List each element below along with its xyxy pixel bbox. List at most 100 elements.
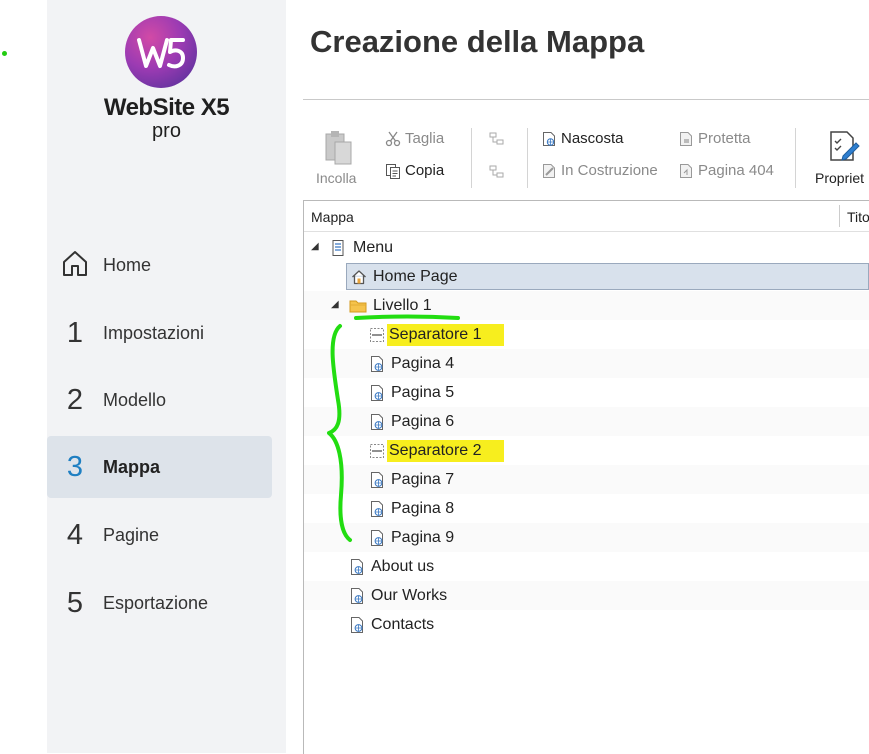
logo-icon: [125, 16, 197, 88]
tree-label: About us: [371, 557, 435, 575]
site-map-tree: Mappa Tito ◢ Menu Home Page ◢ Livello 1 …: [303, 200, 869, 754]
toolbar-separator: [471, 128, 472, 188]
page404-icon: [680, 163, 692, 178]
protected-page-icon: [680, 131, 692, 146]
tree-label: Contacts: [371, 615, 435, 633]
copy-button[interactable]: Copia: [385, 162, 444, 179]
paste-icon: [325, 131, 352, 165]
page-icon: [371, 529, 383, 546]
hidden-button[interactable]: Nascosta: [541, 130, 624, 147]
cut-button[interactable]: Taglia: [385, 130, 444, 147]
nav-item-mappa[interactable]: 3 Mappa: [47, 436, 272, 498]
hidden-label: Nascosta: [561, 130, 624, 147]
column-divider[interactable]: [839, 205, 840, 227]
tree-label: Pagina 9: [391, 528, 455, 546]
tree-row-pagina-4[interactable]: Pagina 4: [304, 349, 869, 378]
construction-icon: [543, 163, 555, 178]
logo-name: WebSite X5: [103, 94, 230, 121]
tree-label: Our Works: [371, 586, 448, 604]
page-title: Creazione della Mappa: [310, 24, 645, 59]
annotation-dot: [2, 51, 7, 56]
nav-label-mappa: Mappa: [103, 456, 161, 477]
page404-button[interactable]: Pagina 404: [678, 162, 774, 179]
folder-icon: [349, 300, 367, 312]
page-icon: [351, 558, 363, 575]
tree-label: Home Page: [373, 267, 458, 285]
tree-row-pagina-8[interactable]: Pagina 8: [304, 494, 869, 523]
nav-number: 1: [66, 316, 84, 349]
nav-label-home: Home: [103, 254, 152, 275]
menu-icon: [332, 239, 344, 256]
tree-row-menu[interactable]: ◢ Menu: [304, 233, 869, 262]
protected-label: Protetta: [698, 130, 751, 147]
tree-label: Pagina 7: [391, 470, 455, 488]
tree-label: Pagina 8: [391, 499, 455, 517]
sidebar: WebSite X5 pro Home 1 Impostazioni 2 Mod…: [47, 0, 286, 753]
nav-label-impostazioni: Impostazioni: [103, 322, 205, 343]
nav-item-modello[interactable]: 2 Modello: [47, 369, 272, 431]
scissors-icon: [385, 131, 401, 146]
page-icon: [371, 471, 383, 488]
column-header-title[interactable]: Tito: [847, 209, 869, 225]
protected-button[interactable]: Protetta: [678, 130, 751, 147]
properties-label: Propriet: [815, 170, 865, 186]
copy-icon: [386, 163, 400, 179]
nav-number: 5: [66, 586, 84, 619]
page-icon: [371, 355, 383, 372]
collapse-arrow-icon[interactable]: ◢: [311, 241, 319, 252]
properties-button[interactable]: Propriet: [811, 128, 869, 188]
tree-row-pagina-6[interactable]: Pagina 6: [304, 407, 869, 436]
nav-item-pagine[interactable]: 4 Pagine: [47, 504, 272, 566]
under-construction-label: In Costruzione: [561, 162, 658, 179]
tree-header: Mappa Tito: [304, 201, 869, 232]
tree-label: Separatore 2: [387, 439, 504, 462]
outdent-icon: [489, 165, 504, 178]
column-header-map[interactable]: Mappa: [311, 209, 354, 225]
tree-row-separatore-1[interactable]: Separatore 1: [304, 320, 869, 349]
separator-icon: [370, 443, 384, 458]
cut-label: Taglia: [405, 130, 445, 147]
nav-number: 4: [66, 518, 84, 551]
paste-label: Incolla: [316, 170, 357, 186]
tree-label: Separatore 1: [387, 323, 504, 346]
tree-label: Pagina 5: [391, 383, 455, 401]
tree-label: Menu: [353, 238, 394, 256]
tree-row-home-page[interactable]: Home Page: [304, 262, 869, 291]
nav-label-pagine: Pagine: [103, 524, 160, 545]
outdent-button[interactable]: [489, 164, 509, 180]
nav-item-esportazione[interactable]: 5 Esportazione: [47, 572, 272, 634]
page-icon: [351, 587, 363, 604]
page-icon: [371, 413, 383, 430]
house-icon: [352, 269, 366, 284]
page-icon: [351, 616, 363, 633]
nav-item-home[interactable]: Home: [47, 234, 272, 296]
tree-row-pagina-7[interactable]: Pagina 7: [304, 465, 869, 494]
nav-label-modello: Modello: [103, 389, 167, 410]
indent-icon: [489, 132, 504, 145]
tree-label: Pagina 4: [391, 354, 455, 372]
toolbar-separator: [795, 128, 796, 188]
under-construction-button[interactable]: In Costruzione: [541, 162, 658, 179]
page404-label: Pagina 404: [698, 162, 774, 179]
nav-item-impostazioni[interactable]: 1 Impostazioni: [47, 302, 272, 364]
hidden-page-icon: [543, 131, 555, 146]
nav-number: 3: [66, 450, 84, 483]
logo-sub: pro: [152, 120, 181, 142]
tree-row-pagina-9[interactable]: Pagina 9: [304, 523, 869, 552]
tree-row-contacts[interactable]: Contacts: [304, 610, 869, 639]
indent-button[interactable]: [489, 131, 509, 147]
properties-icon: [830, 131, 860, 161]
tree-row-pagina-5[interactable]: Pagina 5: [304, 378, 869, 407]
nav-label-esportazione: Esportazione: [103, 592, 209, 613]
tree-row-livello-1[interactable]: ◢ Livello 1: [304, 291, 869, 320]
nav-number: 2: [66, 383, 84, 416]
tree-row-separatore-2[interactable]: Separatore 2: [304, 436, 869, 465]
page-icon: [371, 384, 383, 401]
copy-label: Copia: [405, 162, 445, 179]
paste-button[interactable]: Incolla: [313, 128, 363, 188]
tree-row-about-us[interactable]: About us: [304, 552, 869, 581]
toolbar: Incolla Taglia Copia Nascosta In Costruz…: [303, 100, 869, 200]
tree-row-our-works[interactable]: Our Works: [304, 581, 869, 610]
separator-icon: [370, 327, 384, 342]
collapse-arrow-icon[interactable]: ◢: [331, 299, 339, 310]
